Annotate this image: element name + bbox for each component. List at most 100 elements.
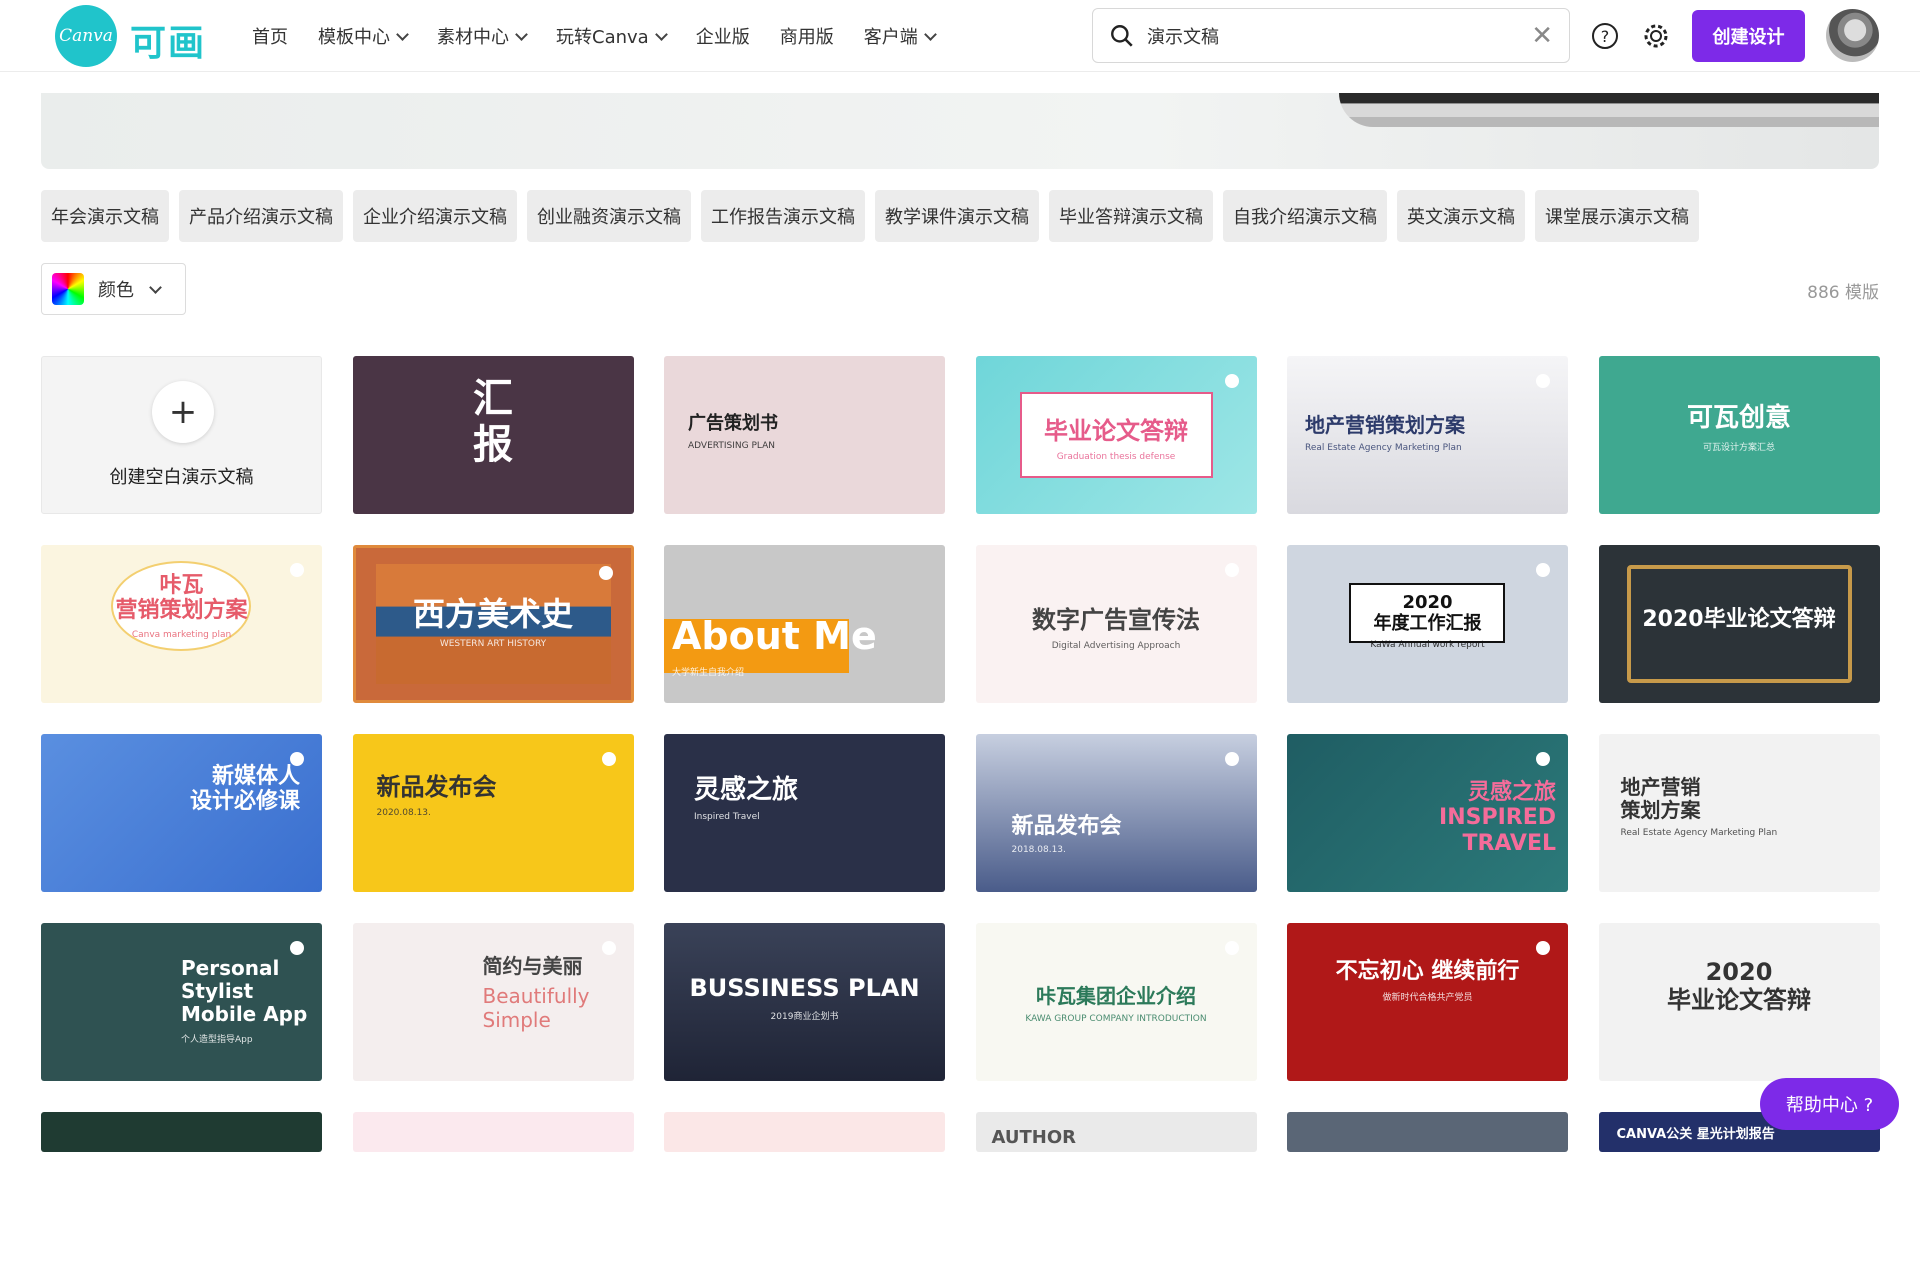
nav-label: 首页 bbox=[252, 27, 288, 48]
template-card[interactable]: 不忘初心 继续前行做新时代合格共产党员 bbox=[1287, 923, 1568, 1081]
blank-card-label: 创建空白演示文稿 bbox=[109, 467, 254, 488]
card-subtitle: 做新时代合格共产党员 bbox=[1382, 993, 1473, 1004]
card-subtitle: Digital Advertising Approach bbox=[1051, 640, 1181, 651]
nav-label: 玩转Canva bbox=[556, 27, 649, 48]
card-subtitle: Graduation thesis defense bbox=[1056, 451, 1176, 462]
template-card[interactable]: 灵感之旅 INSPIRED TRAVEL bbox=[1287, 734, 1568, 892]
template-card[interactable]: 灵感之旅 Inspired Travel bbox=[664, 734, 945, 892]
card-title: 2020 年度工作汇报 bbox=[1373, 592, 1482, 634]
template-card[interactable]: 西方美术史 WESTERN ART HISTORY bbox=[352, 545, 634, 703]
brand-text[interactable]: 可画 bbox=[130, 14, 206, 66]
category-chip[interactable]: 教学课件演示文稿 bbox=[875, 190, 1039, 242]
card-title: AUTHOR bbox=[991, 1127, 1077, 1148]
template-card[interactable]: 新媒体人 设计必修课 bbox=[41, 734, 322, 892]
top-header: Canva 可画 首页模板中心素材中心玩转Canva企业版商用版客户端 ✕ ? … bbox=[0, 0, 1920, 72]
category-chip[interactable]: 工作报告演示文稿 bbox=[701, 190, 865, 242]
card-subtitle: Real Estate Agency Marketing Plan bbox=[1305, 443, 1462, 453]
color-filter-label: 颜色 bbox=[98, 280, 134, 301]
color-filter-button[interactable]: 颜色 bbox=[41, 263, 186, 315]
card-title: 2020毕业论文答辩 bbox=[1642, 607, 1836, 632]
template-card[interactable]: 2020毕业论文答辩 bbox=[1598, 545, 1880, 703]
search-input[interactable] bbox=[1147, 25, 1532, 46]
card-title: 2020 毕业论文答辩 bbox=[1667, 958, 1811, 1014]
template-card[interactable]: 咔瓦集团企业介绍 KAWA GROUP COMPANY INTRODUCTION bbox=[975, 923, 1257, 1081]
nav-item-2[interactable]: 素材中心 bbox=[437, 23, 528, 49]
card-subtitle: Real Estate Agency Marketing Plan bbox=[1620, 828, 1778, 838]
canva-badge-icon bbox=[1536, 563, 1550, 577]
canva-badge-icon bbox=[1536, 374, 1550, 388]
template-card[interactable]: Personal Stylist Mobile App 个人造型指导App bbox=[41, 923, 322, 1081]
svg-text:?: ? bbox=[1601, 27, 1610, 46]
card-subtitle: Canva marketing plan bbox=[131, 629, 232, 640]
category-chip[interactable]: 年会演示文稿 bbox=[41, 190, 169, 242]
category-chip[interactable]: 企业介绍演示文稿 bbox=[353, 190, 517, 242]
category-chip[interactable]: 自我介绍演示文稿 bbox=[1223, 190, 1387, 242]
card-subtitle: Beautifully Simple bbox=[482, 984, 590, 1032]
template-card[interactable]: 可瓦创意可瓦设计方案汇总 bbox=[1598, 356, 1880, 514]
category-chip[interactable]: 创业融资演示文稿 bbox=[527, 190, 691, 242]
hero-banner bbox=[41, 93, 1879, 169]
nav-item-3[interactable]: 玩转Canva bbox=[556, 23, 668, 49]
category-chip[interactable]: 毕业答辩演示文稿 bbox=[1049, 190, 1213, 242]
avatar[interactable] bbox=[1826, 9, 1879, 62]
card-subtitle: WESTERN ART HISTORY bbox=[439, 638, 547, 649]
template-card[interactable]: AUTHOR bbox=[975, 1112, 1257, 1152]
nav-item-4[interactable]: 企业版 bbox=[696, 23, 750, 49]
card-title: 不忘初心 继续前行 bbox=[1335, 959, 1520, 984]
card-title: 毕业论文答辩 bbox=[1044, 417, 1188, 445]
canva-logo[interactable]: Canva bbox=[55, 5, 117, 67]
clear-search-icon[interactable]: ✕ bbox=[1531, 23, 1553, 49]
template-card[interactable]: 汇 报 bbox=[352, 356, 634, 514]
template-card[interactable]: 新品发布会 2018.08.13. bbox=[975, 734, 1257, 892]
card-subtitle: KAWA GROUP COMPANY INTRODUCTION bbox=[1025, 1014, 1207, 1024]
nav-item-5[interactable]: 商用版 bbox=[780, 23, 834, 49]
template-card[interactable]: 数字广告宣传法 Digital Advertising Approach bbox=[975, 545, 1257, 703]
help-center-button[interactable]: 帮助中心 ? bbox=[1760, 1078, 1899, 1130]
template-count: 886 模版 bbox=[1807, 283, 1879, 303]
template-card[interactable]: 地产营销 策划方案 Real Estate Agency Marketing Pl… bbox=[1598, 734, 1880, 892]
template-card[interactable]: 咔瓦 营销策划方案 Canva marketing plan bbox=[41, 545, 322, 703]
template-card[interactable]: 广告策划书 ADVERTISING PLAN bbox=[664, 356, 945, 514]
nav-label: 企业版 bbox=[695, 27, 750, 48]
card-title: 咔瓦 营销策划方案 bbox=[115, 573, 248, 624]
card-title: 可瓦创意 bbox=[1686, 403, 1791, 433]
category-chip[interactable]: 课堂展示演示文稿 bbox=[1535, 190, 1699, 242]
canva-badge-icon bbox=[1536, 752, 1550, 766]
create-design-button[interactable]: 创建设计 bbox=[1692, 10, 1805, 62]
card-title: 汇 报 bbox=[473, 376, 513, 468]
template-card[interactable]: 毕业论文答辩 Graduation thesis defense bbox=[975, 356, 1257, 514]
template-card[interactable] bbox=[1287, 1112, 1568, 1152]
card-subtitle: Inspired Travel bbox=[694, 811, 760, 822]
canva-badge-icon bbox=[601, 752, 616, 766]
canva-badge-icon bbox=[1224, 563, 1239, 577]
card-title: CANVA公关 星光计划报告 bbox=[1616, 1127, 1775, 1142]
create-blank-presentation[interactable]: + 创建空白演示文稿 bbox=[41, 356, 322, 514]
nav-label: 模板中心 bbox=[318, 27, 390, 48]
card-title: 灵感之旅 bbox=[694, 775, 799, 805]
nav-item-1[interactable]: 模板中心 bbox=[318, 23, 409, 49]
card-subtitle: 可瓦设计方案汇总 bbox=[1702, 442, 1775, 453]
nav-item-0[interactable]: 首页 bbox=[252, 23, 288, 49]
template-card[interactable]: 2020 年度工作汇报 KaWa Annual work report bbox=[1287, 545, 1568, 703]
template-card[interactable]: 新品发布会 2020.08.13. bbox=[352, 734, 634, 892]
template-card[interactable] bbox=[41, 1112, 322, 1152]
nav-item-6[interactable]: 客户端 bbox=[863, 23, 937, 49]
main-nav: 首页 模板中心 素材中心 玩转Canva 企业版 商用版 客户端 bbox=[252, 0, 937, 72]
template-card[interactable]: 2020 毕业论文答辩 bbox=[1598, 923, 1880, 1081]
gear-icon[interactable] bbox=[1642, 22, 1670, 50]
template-card[interactable] bbox=[352, 1112, 634, 1152]
card-title: 西方美术史 bbox=[412, 595, 573, 633]
search-bar[interactable]: ✕ bbox=[1092, 8, 1570, 63]
help-icon[interactable]: ? bbox=[1591, 22, 1619, 50]
template-card[interactable]: About Me 大学新生自我介绍 bbox=[664, 545, 945, 703]
template-card[interactable]: 地产营销策划方案 Real Estate Agency Marketing Pla… bbox=[1287, 356, 1568, 514]
template-card[interactable] bbox=[664, 1112, 945, 1152]
card-title: 简约与美丽 bbox=[482, 954, 583, 978]
canva-badge-icon bbox=[1536, 941, 1550, 955]
nav-label: 客户端 bbox=[863, 27, 918, 48]
category-chip[interactable]: 英文演示文稿 bbox=[1397, 190, 1525, 242]
template-card[interactable]: 简约与美丽 Beautifully Simple bbox=[352, 923, 634, 1081]
template-card[interactable]: BUSSINESS PLAN 2019商业企划书 bbox=[664, 923, 945, 1081]
category-chip[interactable]: 产品介绍演示文稿 bbox=[179, 190, 343, 242]
chevron-down-icon bbox=[654, 27, 668, 41]
